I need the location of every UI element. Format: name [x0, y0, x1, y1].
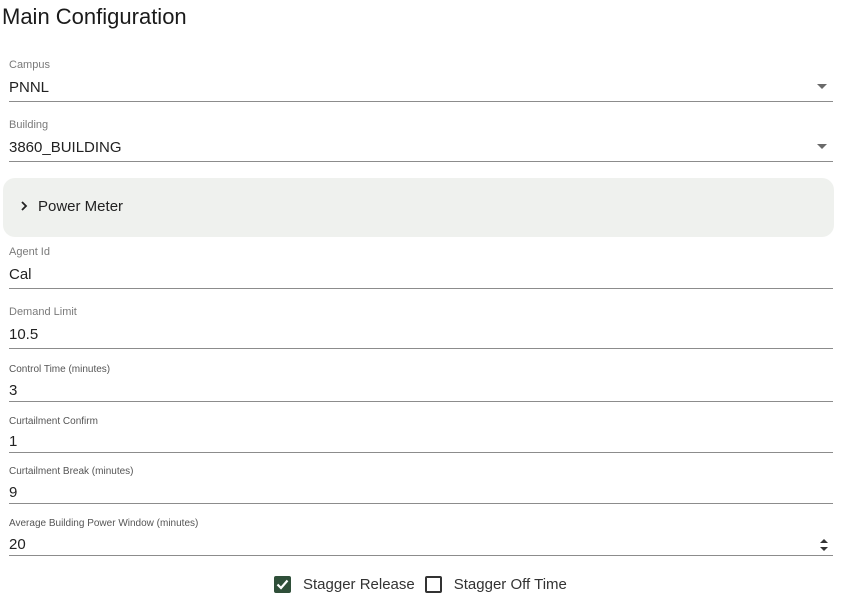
- chevron-right-icon: [20, 199, 28, 214]
- agent-id-label: Agent Id: [9, 246, 50, 258]
- dropdown-arrow-icon[interactable]: [817, 144, 827, 149]
- campus-label: Campus: [9, 59, 50, 71]
- control-time-input[interactable]: 3: [9, 380, 833, 402]
- checkmark-icon: [276, 579, 289, 590]
- demand-limit-input[interactable]: 10.5: [9, 322, 833, 349]
- curtailment-confirm-input[interactable]: 1: [9, 432, 833, 453]
- stagger-release-checkbox[interactable]: [274, 575, 291, 593]
- demand-limit-field[interactable]: Demand Limit 10.5: [9, 306, 833, 349]
- curtailment-break-value: 9: [9, 484, 18, 501]
- page-title: Main Configuration: [2, 4, 187, 29]
- avg-power-window-value: 20: [9, 536, 26, 553]
- number-spinner-icon[interactable]: [819, 538, 829, 552]
- stagger-options: Stagger Release Stagger Off Time: [274, 573, 577, 595]
- building-select-box[interactable]: 3860_BUILDING: [9, 135, 833, 162]
- control-time-field[interactable]: Control Time (minutes) 3: [9, 364, 833, 402]
- building-label: Building: [9, 119, 49, 131]
- agent-id-input[interactable]: Cal: [9, 262, 833, 289]
- stagger-off-time-checkbox[interactable]: [424, 575, 442, 593]
- demand-limit-value: 10.5: [9, 326, 39, 343]
- power-meter-label: Power Meter: [38, 198, 124, 215]
- campus-select[interactable]: Campus PNNL: [9, 59, 833, 102]
- agent-id-value: Cal: [9, 266, 32, 283]
- agent-id-field[interactable]: Agent Id Cal: [9, 246, 833, 289]
- stagger-off-time-label[interactable]: Stagger Off Time: [454, 576, 567, 593]
- building-value: 3860_BUILDING: [9, 139, 122, 156]
- building-select[interactable]: Building 3860_BUILDING: [9, 119, 833, 162]
- stagger-release-label[interactable]: Stagger Release: [303, 576, 415, 593]
- campus-select-box[interactable]: PNNL: [9, 75, 833, 102]
- avg-power-window-label: Average Building Power Window (minutes): [9, 518, 199, 529]
- curtailment-break-field[interactable]: Curtailment Break (minutes) 9: [9, 466, 833, 504]
- campus-value: PNNL: [9, 79, 50, 96]
- curtailment-break-label: Curtailment Break (minutes): [9, 466, 134, 477]
- dropdown-arrow-icon[interactable]: [817, 84, 827, 89]
- avg-power-window-input[interactable]: 20: [9, 534, 833, 556]
- control-time-value: 3: [9, 382, 18, 399]
- demand-limit-label: Demand Limit: [9, 306, 77, 318]
- curtailment-confirm-label: Curtailment Confirm: [9, 416, 98, 427]
- curtailment-break-input[interactable]: 9: [9, 482, 833, 504]
- curtailment-confirm-value: 1: [9, 433, 18, 450]
- avg-power-window-field[interactable]: Average Building Power Window (minutes) …: [9, 518, 833, 556]
- curtailment-confirm-field[interactable]: Curtailment Confirm 1: [9, 416, 833, 453]
- power-meter-accordion[interactable]: Power Meter: [3, 178, 834, 237]
- control-time-label: Control Time (minutes): [9, 364, 111, 375]
